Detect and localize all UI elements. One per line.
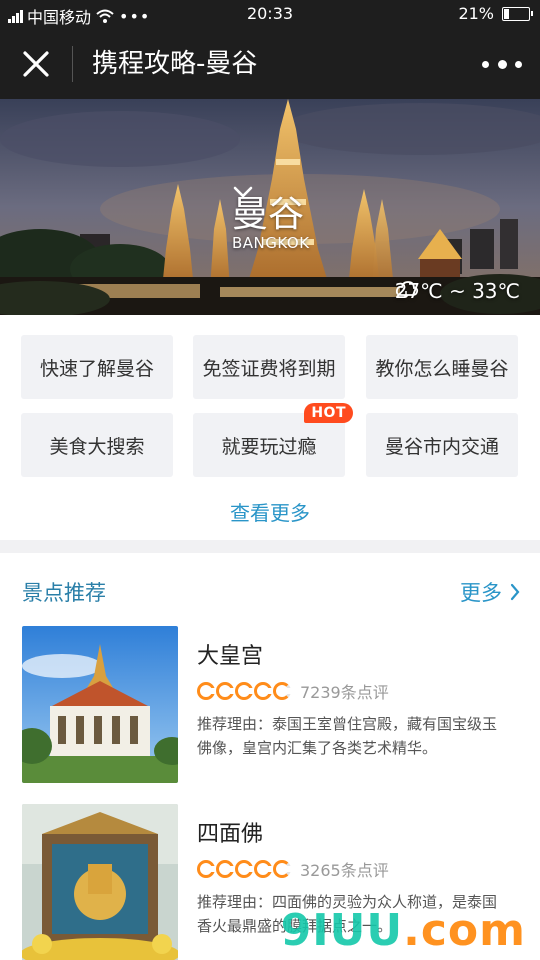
tag-accommodation[interactable]: 教你怎么睡曼谷 [366, 335, 518, 399]
rating-stars: 3265条点评 [197, 857, 389, 881]
recommend-reason: 推荐理由：泰国王室曾住宫殿，藏有国宝级玉佛像，皇宫内汇集了各类艺术精华。 [197, 715, 498, 757]
tag-visa-fee[interactable]: 免签证费将到期 [193, 335, 345, 399]
rating-circle-icon [197, 682, 215, 700]
rating-stars: 7239条点评 [197, 679, 389, 703]
more-menu-button[interactable] [482, 50, 522, 78]
rating-circle-icon [254, 860, 272, 878]
dot-icon [482, 60, 489, 68]
see-more-link[interactable]: 查看更多 [0, 497, 540, 526]
weather-info: 27℃ ~ 33℃ [395, 279, 520, 303]
tag-food[interactable]: 美食大搜索 [21, 413, 173, 477]
battery-icon [502, 6, 533, 21]
watermark-logo: 9IUU.com [280, 905, 526, 956]
rating-circle-half-icon [273, 860, 291, 878]
section-more-link[interactable]: 更多 [460, 577, 520, 607]
tag-quick-intro[interactable]: 快速了解曼谷 [21, 335, 173, 399]
tag-fun[interactable]: 就要玩过瘾 HOT [193, 403, 353, 477]
attraction-card[interactable]: 大皇宫 7239条点评 推荐理由：泰国王室曾住宫殿，藏有国宝级玉佛像，皇宫内汇集… [22, 626, 522, 786]
close-button[interactable] [14, 42, 58, 86]
rating-circle-icon [216, 682, 234, 700]
nav-divider [72, 46, 73, 82]
city-selector[interactable]: 曼谷 [232, 185, 304, 237]
city-hero-banner: 曼谷 BANGKOK 27℃ ~ 33℃ [0, 99, 540, 315]
attractions-section: 景点推荐 更多 大皇宫 7239条点评 推荐理由：泰国王室曾住宫殿，藏有国宝级玉… [0, 553, 540, 960]
attraction-photo [22, 804, 178, 960]
attraction-name: 四面佛 [197, 822, 264, 847]
chevron-down-icon [233, 186, 253, 198]
status-bar: 中国移动 ••• 20:33 21% [0, 0, 540, 28]
rating-circle-icon [235, 860, 253, 878]
review-count: 7239条点评 [300, 683, 389, 702]
hot-badge: HOT [304, 403, 353, 423]
rating-circle-icon [235, 682, 253, 700]
page-title: 携程攻略-曼谷 [92, 49, 258, 79]
attraction-photo [22, 626, 178, 783]
rating-circle-icon [216, 860, 234, 878]
chevron-right-icon [510, 583, 520, 601]
rating-circle-half-icon [273, 682, 291, 700]
review-count: 3265条点评 [300, 861, 389, 880]
rating-circle-icon [197, 860, 215, 878]
cloud-icon [395, 281, 418, 299]
dot-icon [515, 60, 522, 68]
section-title: 景点推荐 [22, 581, 106, 605]
tag-transport[interactable]: 曼谷市内交通 [366, 413, 518, 477]
nav-bar: 携程攻略-曼谷 [0, 28, 540, 99]
battery-percent: 21% [458, 4, 494, 23]
topic-tag-grid: 快速了解曼谷 免签证费将到期 教你怎么睡曼谷 美食大搜索 就要玩过瘾 HOT 曼… [0, 315, 540, 540]
rating-circle-icon [254, 682, 272, 700]
attraction-name: 大皇宫 [197, 644, 264, 669]
close-icon [23, 51, 49, 77]
city-name-english: BANGKOK [232, 234, 310, 252]
dot-icon [497, 59, 507, 69]
